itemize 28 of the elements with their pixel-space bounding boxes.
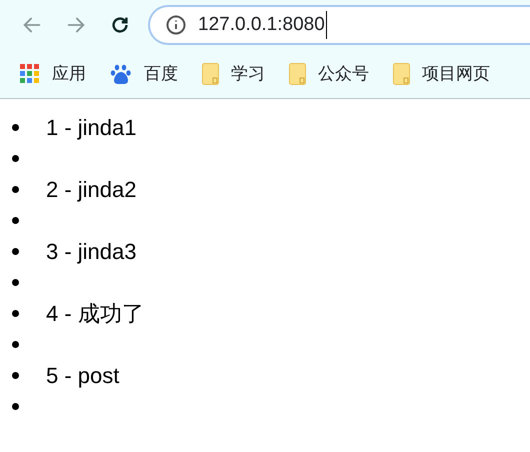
- bullet-icon: [12, 341, 19, 348]
- bullet-icon: [12, 217, 19, 224]
- bullet-icon: [12, 372, 19, 379]
- apps-grid-icon: [20, 64, 40, 84]
- bullet-icon: [12, 155, 19, 162]
- bookmark-page-icon: [202, 63, 219, 85]
- bookmark-page-icon: [289, 63, 306, 85]
- list-item-text: 3 - jinda3: [46, 238, 137, 266]
- paw-icon: [110, 63, 132, 85]
- bookmark-link[interactable]: 公众号: [318, 61, 369, 87]
- bullet-icon: [12, 403, 19, 410]
- bookmark-link[interactable]: 百度: [144, 61, 178, 87]
- bullet-icon: [12, 186, 19, 193]
- bullet-icon: [12, 248, 19, 255]
- info-icon: [166, 15, 186, 35]
- list-item-text: 4 - 成功了: [46, 300, 144, 328]
- bookmark-page-icon: [393, 63, 410, 85]
- address-bar[interactable]: 127.0.0.1:8080: [148, 5, 530, 45]
- bookmark-link[interactable]: 学习: [231, 61, 265, 87]
- bookmark-link[interactable]: 项目网页: [422, 61, 490, 87]
- bookmark-link[interactable]: 应用: [52, 61, 86, 87]
- list-item-text: 1 - jinda1: [46, 114, 137, 142]
- list-item-text: 5 - post: [46, 362, 120, 390]
- bullet-icon: [12, 124, 19, 131]
- bullet-icon: [12, 279, 19, 286]
- bullet-icon: [12, 310, 19, 317]
- address-text: 127.0.0.1:8080: [198, 10, 327, 40]
- list-item-text: 2 - jinda2: [46, 176, 137, 204]
